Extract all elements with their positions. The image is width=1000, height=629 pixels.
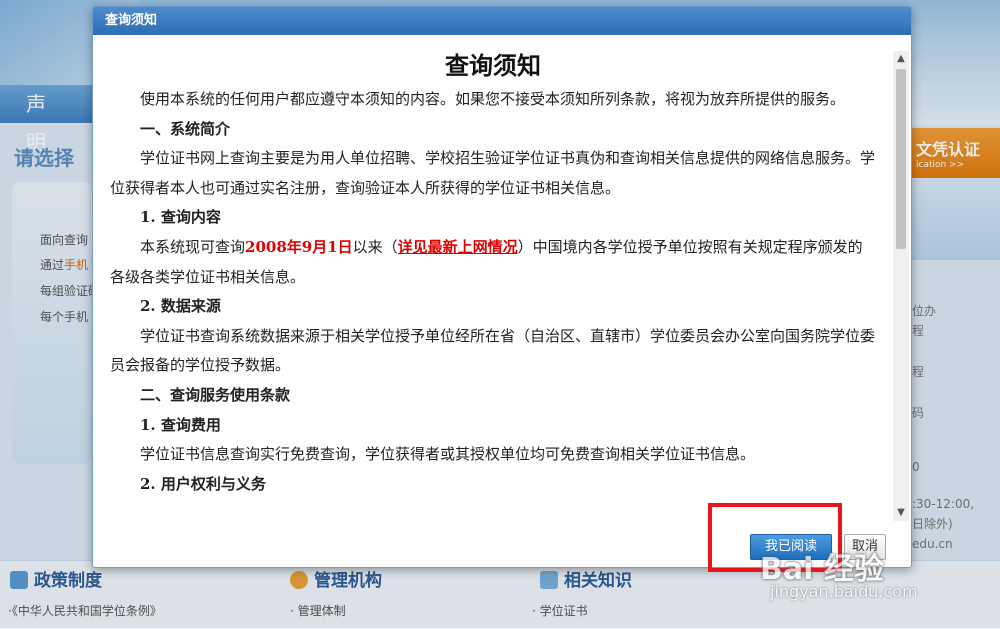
dialog-heading: 查询须知: [445, 51, 541, 80]
scroll-thumb[interactable]: [896, 69, 906, 249]
dialog-scrollbar[interactable]: ▲ ▼: [893, 51, 909, 521]
subsection-title: 2. 数据来源: [140, 297, 221, 316]
section-title: 一、系统简介: [140, 119, 231, 138]
subsection-title: 1. 查询内容: [140, 208, 221, 227]
section-title: 二、查询服务使用条款: [140, 385, 291, 404]
baidu-watermark: Bai 经验 jingyan.baidu.com: [760, 544, 995, 624]
notice-dialog: 查询须知 查询须知 使用本系统的任何用户都应遵守本须知的内容。如果您不接受本须知…: [92, 6, 912, 568]
chevron-down-icon[interactable]: ▼: [893, 505, 909, 521]
subsection-title: 1. 查询费用: [140, 415, 221, 434]
section-paragraph: 学位证书信息查询实行免费查询，学位获得者或其授权单位均可免费查询相关学位证书信息…: [140, 445, 756, 464]
dialog-content[interactable]: 查询须知 使用本系统的任何用户都应遵守本须知的内容。如果您不接受本须知所列条款，…: [93, 35, 893, 535]
section-paragraph: 学位证书查询系统数据来源于相关学位授予单位经所在省（自治区、直辖市）学位委员会办…: [110, 326, 876, 375]
intro-paragraph: 使用本系统的任何用户都应遵守本须知的内容。如果您不接受本须知所列条款，将视为放弃…: [140, 90, 846, 108]
highlight-date: 2008年9月1日: [245, 237, 353, 256]
watermark-url: jingyan.baidu.com: [770, 582, 918, 601]
section-paragraph: 学位证书网上查询主要是为用人单位招聘、学校招生验证学位证书真伪和查询相关信息提供…: [110, 149, 876, 197]
subsection-title: 2. 用户权利与义务: [140, 474, 266, 493]
query-content-paragraph: 本系统现可查询2008年9月1日以来（详见最新上网情况）中国境内各学位授予单位按…: [110, 237, 863, 286]
dialog-titlebar[interactable]: 查询须知: [93, 7, 911, 35]
latest-online-link[interactable]: 详见最新上网情况: [398, 238, 518, 256]
chevron-up-icon[interactable]: ▲: [893, 51, 909, 67]
